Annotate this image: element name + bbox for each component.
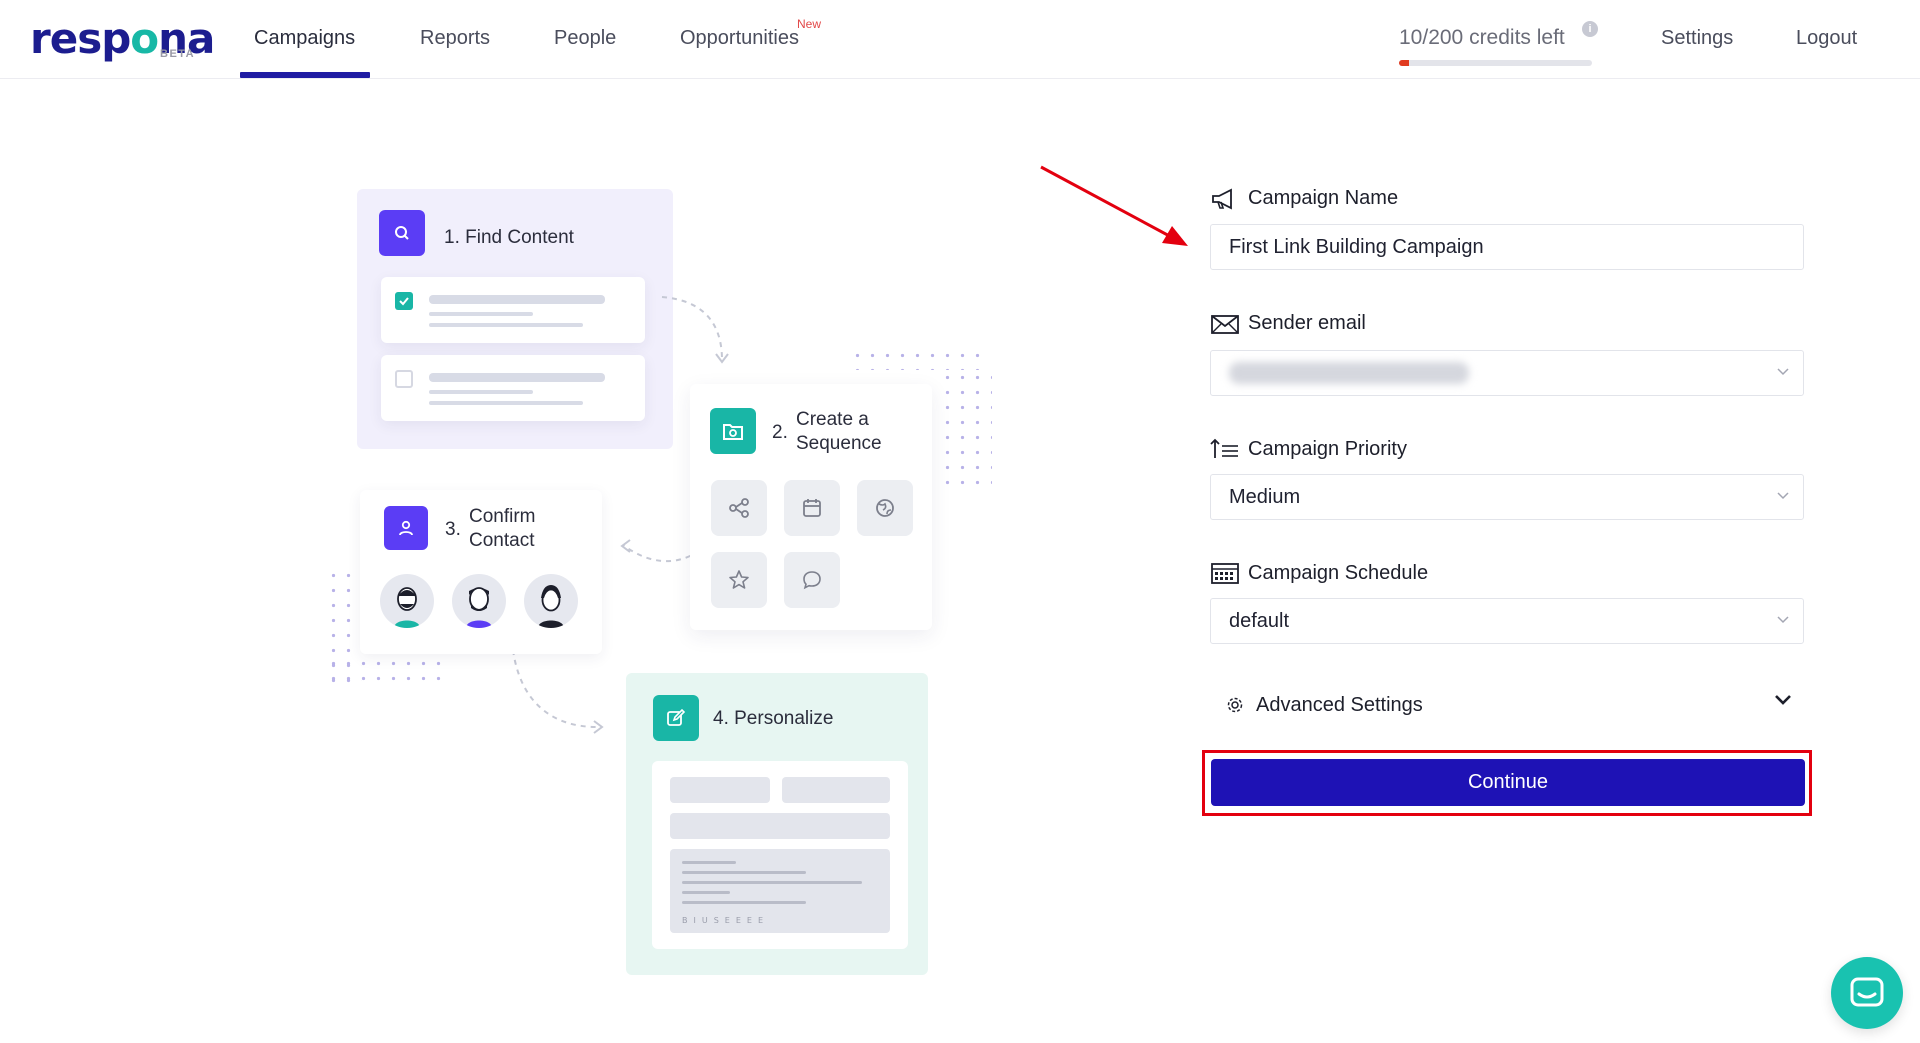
calendar-grid-icon: [1211, 563, 1239, 584]
workflow-illustration: 1. Find Content 2. Create a Sequence 3. …: [0, 0, 1000, 1043]
advanced-settings-toggle[interactable]: Advanced Settings: [1226, 690, 1792, 720]
search-icon: [379, 210, 425, 256]
find-content-card: 1. Find Content: [357, 189, 673, 449]
editor-mockup: BIUSEEEE: [652, 761, 908, 949]
info-icon[interactable]: i: [1582, 21, 1598, 37]
step-3-title-line2: Contact: [469, 530, 535, 551]
chat-icon: [1850, 977, 1884, 1007]
annotation-arrow: [1040, 165, 1188, 246]
priority-sort-icon: [1210, 438, 1238, 458]
step-3-number: 3.: [445, 519, 461, 540]
star-icon: [711, 552, 767, 608]
chevron-down-icon: [1777, 368, 1789, 376]
formatting-toolbar: BIUSEEEE: [682, 916, 769, 925]
credits-progress-fill: [1399, 60, 1409, 66]
nav-reports[interactable]: Reports: [420, 27, 490, 50]
step-1-title: 1. Find Content: [444, 227, 574, 248]
nav-settings[interactable]: Settings: [1661, 27, 1733, 50]
avatar: [380, 574, 434, 628]
support-chat-button[interactable]: [1831, 957, 1903, 1029]
envelope-icon: [1211, 314, 1239, 334]
personalize-card: 4. Personalize BIUSEEEE: [626, 673, 928, 975]
campaign-schedule-select[interactable]: default: [1210, 598, 1804, 644]
chat-bubble-icon: [784, 552, 840, 608]
sender-email-label: Sender email: [1210, 312, 1366, 335]
credits-progress-bar: [1399, 60, 1592, 66]
nav-opportunities[interactable]: Opportunities: [680, 27, 799, 50]
chevron-down-icon: [1777, 492, 1789, 500]
new-badge: New: [797, 17, 822, 31]
campaign-priority-label: Campaign Priority: [1210, 437, 1407, 461]
nav-people[interactable]: People: [554, 27, 616, 50]
dot-pattern: [326, 568, 362, 688]
active-tab-indicator: [240, 72, 370, 78]
sender-email-value: [1229, 362, 1469, 384]
dot-pattern: [326, 656, 450, 690]
create-sequence-card: 2. Create a Sequence: [690, 384, 932, 630]
campaign-name-input[interactable]: First Link Building Campaign: [1210, 224, 1804, 270]
step-3-title-line1: Confirm: [469, 506, 536, 527]
advanced-settings-label: Advanced Settings: [1256, 693, 1423, 716]
nav-logout[interactable]: Logout: [1796, 27, 1857, 50]
gear-icon: [1227, 697, 1243, 713]
flow-connectors: [512, 296, 729, 734]
step-2-number: 2.: [772, 422, 788, 443]
megaphone-icon: [1212, 188, 1232, 209]
share-icon: [711, 480, 767, 536]
user-icon: [384, 506, 428, 550]
step-2-title-line1: Create a: [796, 409, 869, 430]
campaign-priority-select[interactable]: Medium: [1210, 474, 1804, 520]
avatar: [452, 574, 506, 628]
calendar-icon: [784, 480, 840, 536]
dot-pattern: [940, 370, 992, 488]
avatar: [524, 574, 578, 628]
campaign-name-label: Campaign Name: [1210, 187, 1398, 210]
nav-campaigns[interactable]: Campaigns: [254, 27, 355, 50]
step-4-title: 4. Personalize: [713, 708, 834, 729]
confirm-contact-card: 3. Confirm Contact: [360, 490, 602, 654]
top-navbar: respona BETA Campaigns Reports People Op…: [0, 0, 1920, 79]
edit-icon: [653, 695, 699, 741]
checkbox-checked-icon: [395, 292, 413, 310]
checkbox-empty-icon: [395, 370, 413, 388]
step-2-title-line2: Sequence: [796, 433, 882, 454]
beta-badge: BETA: [160, 48, 196, 60]
dot-pattern: [850, 348, 990, 370]
content-item: [381, 277, 645, 343]
chevron-down-icon: [1775, 695, 1791, 705]
chevron-down-icon: [1777, 616, 1789, 624]
folder-icon: [710, 408, 756, 454]
content-item: [381, 355, 645, 421]
continue-button[interactable]: Continue: [1211, 759, 1805, 806]
campaign-schedule-label: Campaign Schedule: [1210, 561, 1428, 585]
sender-email-select[interactable]: [1210, 350, 1804, 396]
credits-counter: 10/200 credits left: [1399, 26, 1565, 49]
globe-icon: [857, 480, 913, 536]
